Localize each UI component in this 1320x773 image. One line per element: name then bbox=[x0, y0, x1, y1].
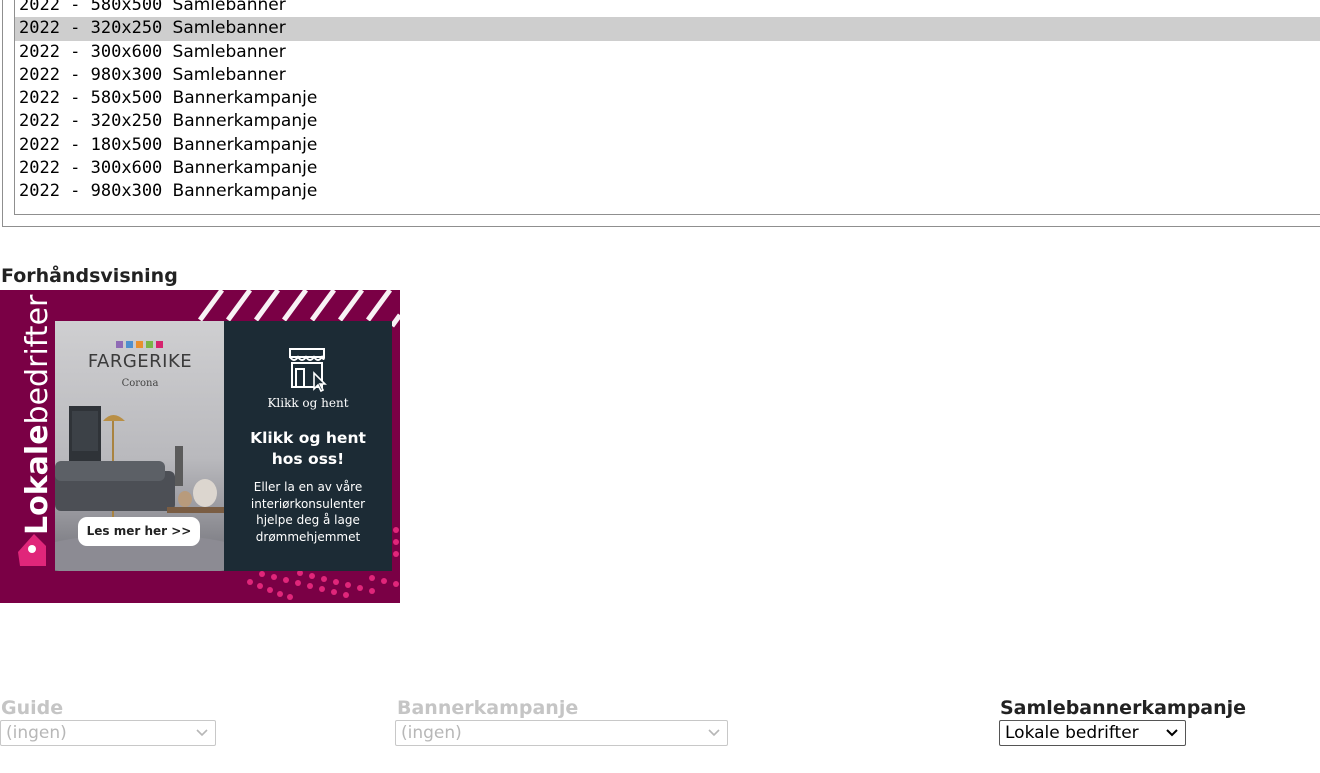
list-item-prefix: 2022 - 180x500 bbox=[19, 134, 173, 155]
list-item-prefix: 2022 - 300x600 bbox=[19, 158, 173, 179]
list-item-name: Bannerkampanje bbox=[172, 181, 318, 202]
brand-logo-text: FARGERIKE bbox=[87, 351, 193, 372]
list-item-selected[interactable]: 2022 - 320x250 Samlebanner bbox=[15, 17, 1320, 41]
chevron-down-icon bbox=[708, 729, 720, 737]
read-more-button[interactable]: Les mer her >> bbox=[78, 517, 200, 546]
brand-light: bedrifter bbox=[20, 294, 55, 425]
brand-logo-subtext: Corona bbox=[121, 378, 159, 389]
bannerkampanje-label: Bannerkampanje bbox=[397, 697, 579, 719]
bannerkampanje-select[interactable]: (ingen) bbox=[395, 720, 728, 746]
banner-info-panel: Klikk og hent Klikk og hent hos oss! Ell… bbox=[224, 321, 392, 571]
list-item-prefix: 2022 - 580x500 bbox=[19, 88, 173, 109]
panel-headline: Klikk og hent hos oss! bbox=[224, 428, 392, 470]
brand-vertical-text: Lokalebedrifter bbox=[18, 295, 58, 535]
preview-title: Forhåndsvisning bbox=[1, 265, 178, 287]
template-listbox[interactable]: 2022 - 580x500 Samlebanner 2022 - 320x25… bbox=[14, 0, 1320, 215]
samlebannerkampanje-select[interactable]: Lokale bedrifter bbox=[999, 720, 1186, 746]
guide-select-value: (ingen) bbox=[6, 723, 67, 743]
list-item-prefix: 2022 - 300x600 bbox=[19, 41, 173, 62]
samlebannerkampanje-select-value: Lokale bedrifter bbox=[1005, 723, 1139, 743]
shop-click-icon bbox=[289, 348, 327, 393]
list-item[interactable]: 2022 - 320x250 Bannerkampanje bbox=[15, 110, 1320, 133]
brand-bold: Lokale bbox=[20, 424, 55, 535]
list-item[interactable]: 2022 - 580x500 Samlebanner bbox=[15, 0, 1320, 17]
list-item[interactable]: 2022 - 580x500 Bannerkampanje bbox=[15, 87, 1320, 110]
bannerkampanje-select-value: (ingen) bbox=[401, 723, 462, 743]
list-item[interactable]: 2022 - 980x300 Bannerkampanje bbox=[15, 180, 1320, 203]
list-item[interactable]: 2022 - 300x600 Samlebanner bbox=[15, 41, 1320, 64]
guide-select[interactable]: (ingen) bbox=[0, 720, 216, 746]
panel-body: Eller la en av våre interiørkonsulenter … bbox=[230, 479, 386, 545]
list-item-name: Bannerkampanje bbox=[172, 158, 318, 179]
list-item[interactable]: 2022 - 300x600 Bannerkampanje bbox=[15, 157, 1320, 180]
list-item-name: Bannerkampanje bbox=[172, 88, 318, 109]
panel-body-line: Eller la en av våre bbox=[253, 480, 363, 494]
list-item-prefix: 2022 - 580x500 bbox=[19, 0, 173, 15]
list-item-name: Samlebanner bbox=[172, 0, 286, 15]
list-item-name: Samlebanner bbox=[172, 64, 286, 85]
list-item-prefix: 2022 - 980x300 bbox=[19, 181, 173, 202]
list-item[interactable]: 2022 - 980x300 Samlebanner bbox=[15, 64, 1320, 87]
list-item-prefix: 2022 - 320x250 bbox=[19, 18, 173, 39]
guide-label: Guide bbox=[1, 697, 64, 719]
list-item-name: Bannerkampanje bbox=[172, 134, 318, 155]
list-item-name: Samlebanner bbox=[172, 18, 286, 39]
chevron-down-icon bbox=[196, 729, 208, 737]
panel-small-title: Klikk og hent bbox=[267, 396, 349, 410]
panel-body-line: interiørkonsulenter bbox=[250, 496, 366, 511]
samlebannerkampanje-label: Samlebannerkampanje bbox=[1000, 697, 1247, 719]
list-item-name: Samlebanner bbox=[172, 41, 286, 62]
panel-body-line: hjelpe deg å lage bbox=[256, 513, 360, 527]
list-item-prefix: 2022 - 320x250 bbox=[19, 111, 173, 132]
panel-body-line: drømmehjemmet bbox=[255, 529, 361, 544]
list-item-prefix: 2022 - 980x300 bbox=[19, 64, 173, 85]
panel-headline-line: hos oss! bbox=[271, 450, 345, 468]
chevron-down-icon bbox=[1166, 729, 1178, 737]
list-item[interactable]: 2022 - 180x500 Bannerkampanje bbox=[15, 134, 1320, 157]
list-item-name: Bannerkampanje bbox=[172, 111, 318, 132]
panel-headline-line: Klikk og hent bbox=[250, 429, 366, 447]
